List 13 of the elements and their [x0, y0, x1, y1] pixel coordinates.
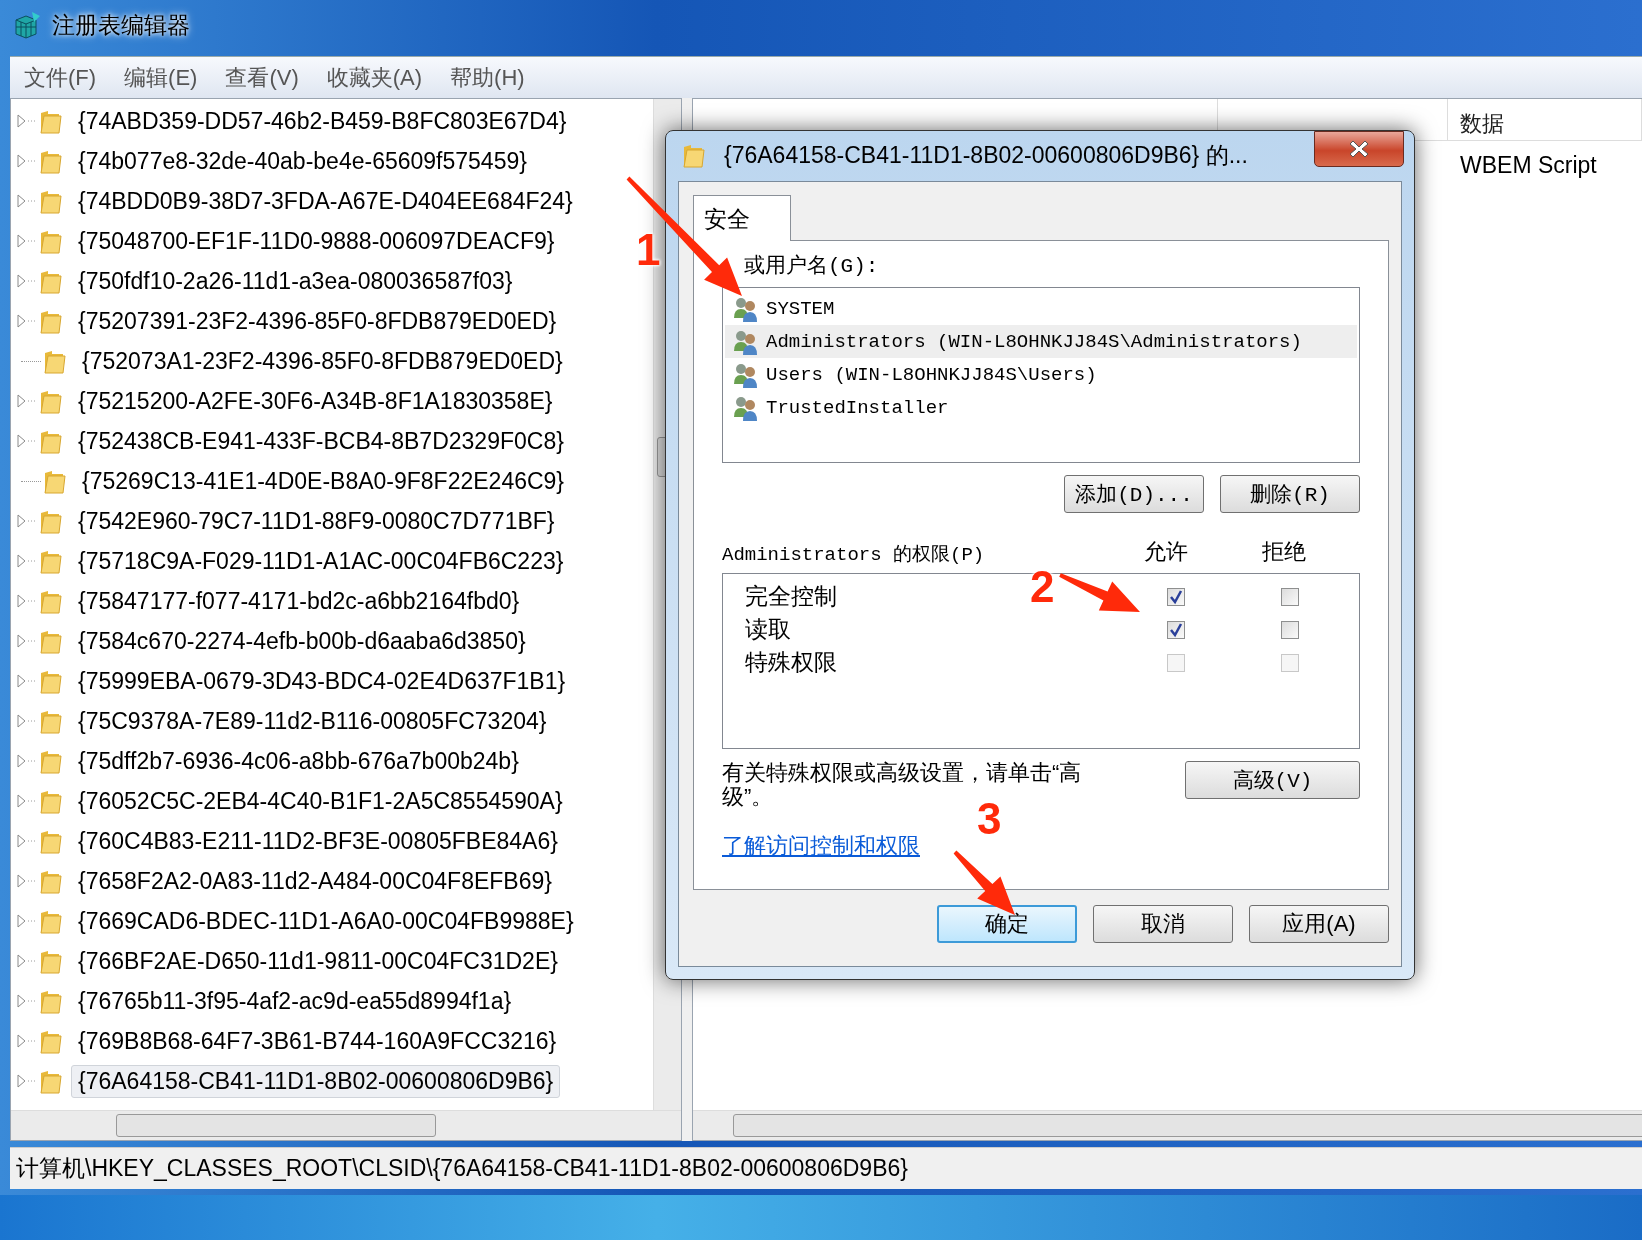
window-title: 注册表编辑器 [52, 10, 190, 40]
column-header: 拒绝 [1261, 538, 1307, 566]
status-bar: 计算机\HKEY_CLASSES_ROOT\CLSID\{76A64158-CB41-11D1-8B02-00600806D9B6} [10, 1147, 1642, 1189]
step-number: 1 [636, 228, 661, 272]
label: Administrators 的权限(P) [722, 543, 986, 567]
dialog-title: {76A64158-CB41-11D1-8B02-00600806D9B6} 的... [724, 140, 1249, 170]
column-header: 允许 [1143, 538, 1189, 566]
permission-name: 完全控制 [745, 582, 837, 611]
table-cell-text: WBEM Script [1459, 151, 1598, 179]
step-number: 2 [1030, 565, 1055, 609]
permission-name: 读取 [745, 615, 791, 644]
label: 或用户名(G): [743, 253, 880, 279]
permission-name: 特殊权限 [745, 648, 837, 677]
